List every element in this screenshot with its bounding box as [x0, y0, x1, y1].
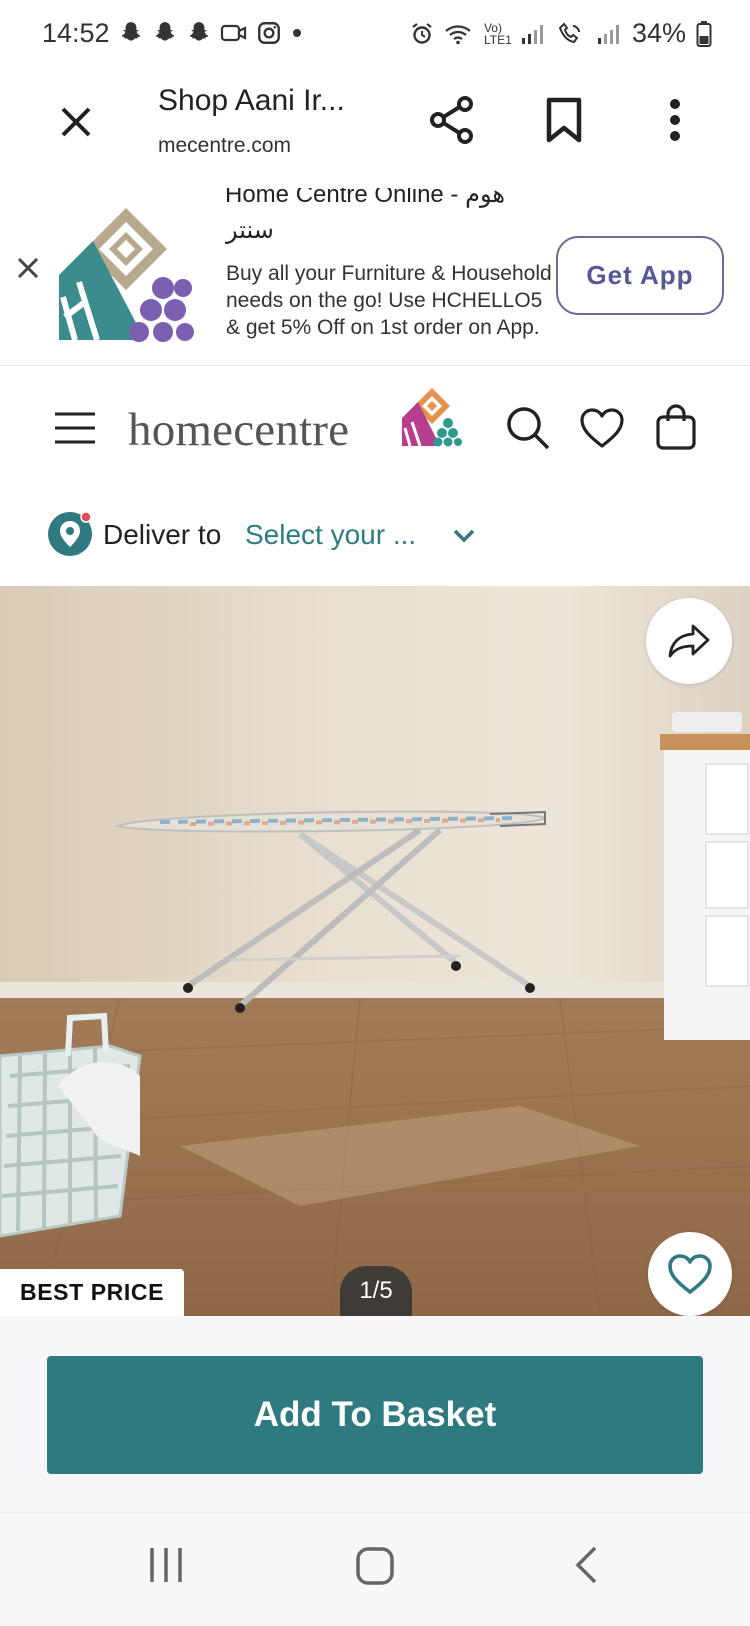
add-to-basket-bar: Add To Basket	[0, 1316, 750, 1512]
status-time: 14:52	[42, 18, 110, 48]
close-icon	[61, 107, 91, 137]
home-icon	[356, 1547, 394, 1585]
dismiss-banner-button[interactable]	[10, 250, 46, 286]
system-navigation-bar	[0, 1512, 750, 1626]
heart-icon	[580, 408, 624, 448]
product-photo	[0, 586, 750, 1316]
banner-heading-arabic: سنتر	[226, 216, 274, 244]
site-header: homecentre	[0, 366, 750, 491]
signal-icon	[521, 24, 543, 44]
signal-icon-2	[597, 24, 619, 44]
homecentre-logo-mark	[402, 388, 462, 447]
banner-description: Buy all your Furniture & Household needs…	[226, 262, 552, 339]
image-counter: 1/5	[340, 1266, 412, 1316]
location-select[interactable]: Select your ...	[245, 519, 416, 551]
battery-percent: 34%	[631, 18, 686, 48]
homecentre-logo-text[interactable]: homecentre	[128, 403, 349, 457]
chevron-down-icon[interactable]	[452, 528, 476, 544]
menu-button[interactable]	[50, 403, 100, 453]
homecentre-app-logo	[59, 208, 194, 342]
status-bar: 14:52 Vo) LTE1 34%	[0, 0, 750, 68]
page-url[interactable]: mecentre.com	[158, 134, 291, 158]
close-tab-button[interactable]	[50, 96, 102, 148]
battery-icon	[696, 20, 712, 47]
recent-apps-button[interactable]	[136, 1535, 196, 1595]
heart-icon	[668, 1254, 712, 1294]
bookmark-button[interactable]	[536, 92, 592, 148]
video-call-icon	[220, 24, 247, 42]
wifi-icon	[445, 24, 471, 44]
delivery-selector[interactable]: Deliver to Select your ...	[0, 490, 750, 586]
snapchat-icon	[121, 22, 141, 41]
app-install-banner: Home Centre Online - هوم سنتر Buy all yo…	[0, 188, 750, 366]
product-image-carousel[interactable]: BEST PRICE 1/5	[0, 586, 750, 1316]
banner-heading: Home Centre Online - هوم	[225, 188, 506, 208]
snapchat-icon	[189, 22, 209, 41]
browser-toolbar: Shop Aani Ir... mecentre.com	[0, 68, 750, 189]
basket-button[interactable]	[648, 398, 704, 456]
menu-icon	[55, 412, 95, 444]
home-button[interactable]	[344, 1535, 406, 1597]
snapchat-icon	[155, 22, 175, 41]
add-to-basket-button[interactable]: Add To Basket	[47, 1356, 703, 1474]
notification-icons	[118, 20, 304, 46]
search-icon	[507, 407, 550, 450]
wifi-call-icon	[558, 21, 580, 43]
more-vert-icon	[670, 99, 680, 141]
instagram-icon	[258, 22, 280, 44]
bag-icon	[656, 404, 696, 450]
best-price-badge: BEST PRICE	[0, 1269, 185, 1316]
share-button[interactable]	[424, 92, 480, 148]
add-to-wishlist-button[interactable]	[648, 1232, 732, 1316]
dot-icon	[293, 29, 301, 37]
network-label: Vo) LTE1	[483, 20, 512, 47]
share-product-button[interactable]	[646, 598, 732, 684]
more-menu-button[interactable]	[650, 92, 700, 148]
back-button[interactable]	[556, 1535, 616, 1595]
close-icon	[17, 257, 39, 279]
location-pin-icon	[48, 511, 92, 556]
status-right: Vo) LTE1 34%	[410, 18, 712, 49]
get-app-button[interactable]: Get App	[556, 236, 724, 315]
forward-share-icon	[668, 624, 710, 658]
bookmark-icon	[546, 97, 582, 143]
wishlist-button[interactable]	[574, 400, 630, 456]
back-icon	[575, 1546, 597, 1584]
deliver-to-label: Deliver to	[103, 519, 222, 550]
page-title: Shop Aani Ir...	[158, 84, 345, 117]
alarm-icon	[412, 22, 432, 44]
recent-apps-icon	[150, 1548, 182, 1582]
share-icon	[430, 96, 473, 144]
search-button[interactable]	[500, 400, 556, 456]
